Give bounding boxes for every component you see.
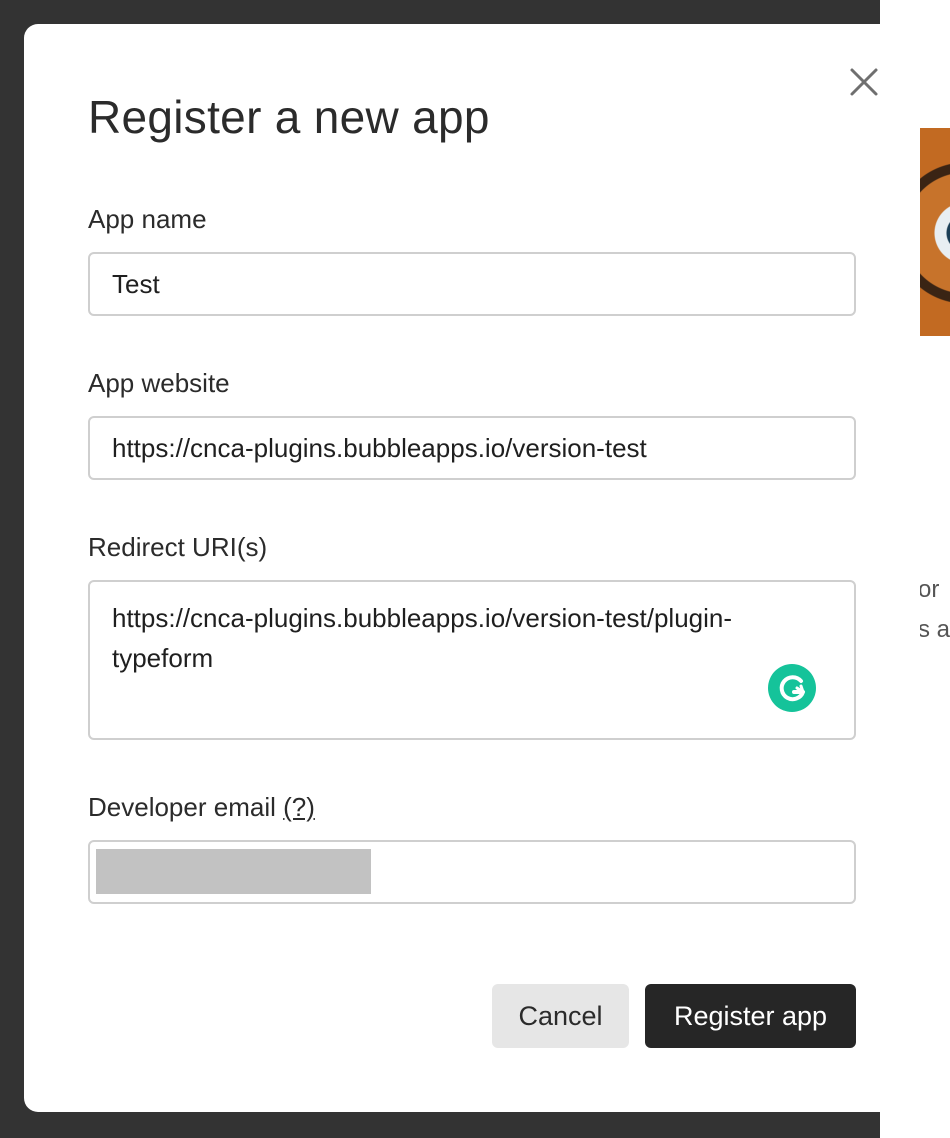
developer-email-label-text: Developer email [88, 792, 276, 822]
background-text-2: s a [918, 616, 950, 643]
app-name-input[interactable] [88, 252, 856, 316]
close-icon [850, 68, 878, 96]
redacted-email-block [96, 849, 371, 894]
background-text-1: or [918, 576, 940, 603]
developer-email-label: Developer email (?) [88, 792, 315, 823]
cancel-button[interactable]: Cancel [492, 984, 629, 1048]
modal-title: Register a new app [88, 91, 490, 143]
app-website-label: App website [88, 368, 230, 398]
grammarly-icon [779, 675, 805, 702]
app-name-label: App name [88, 204, 207, 234]
register-app-button[interactable]: Register app [645, 984, 856, 1048]
register-app-modal: Register a new app App name App website … [24, 24, 920, 1112]
redirect-uris-textarea[interactable]: https://cnca-plugins.bubbleapps.io/versi… [88, 580, 856, 740]
developer-email-help-link[interactable]: (?) [283, 792, 315, 822]
grammarly-button[interactable] [768, 664, 816, 712]
app-website-input[interactable] [88, 416, 856, 480]
redirect-uris-label: Redirect URI(s) [88, 532, 268, 562]
close-button[interactable] [844, 62, 884, 102]
